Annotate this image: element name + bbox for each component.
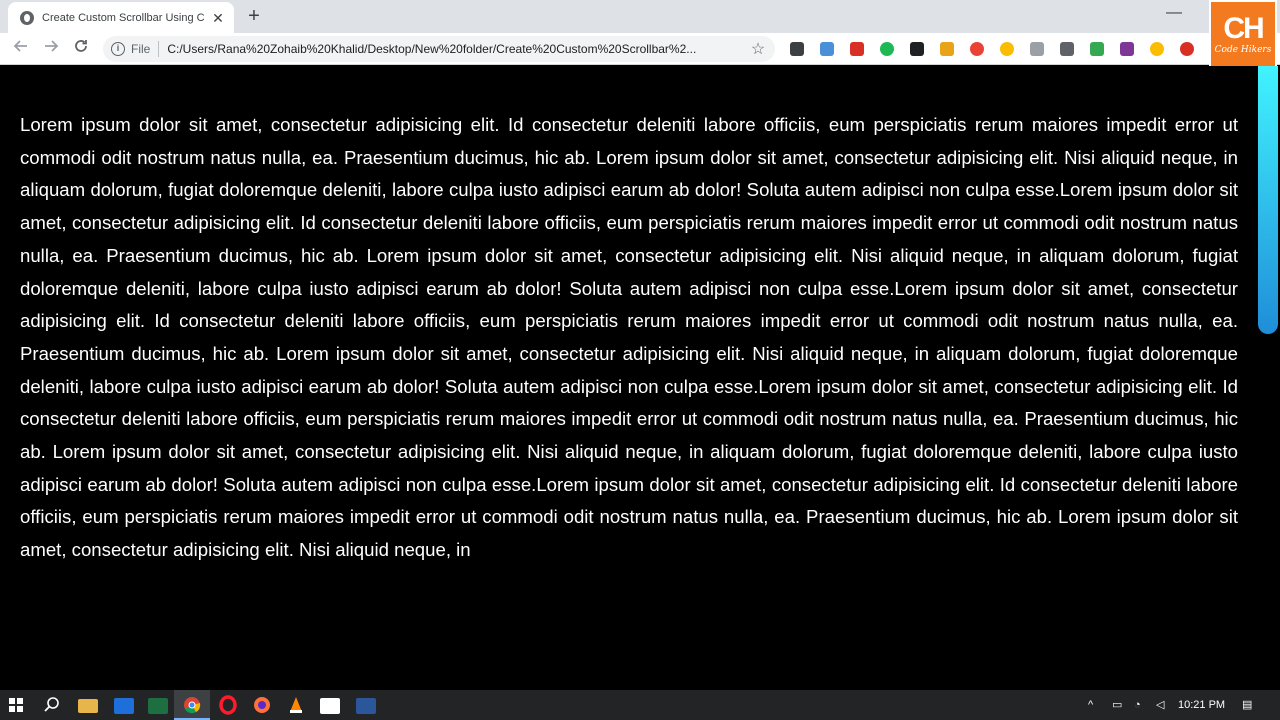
scrollbar-thumb[interactable] — [1258, 66, 1278, 334]
page-viewport: Lorem ipsum dolor sit amet, consectetur … — [0, 66, 1256, 690]
close-tab-icon[interactable]: ✕ — [210, 10, 226, 26]
tray-chevron-icon[interactable]: ^ — [1088, 690, 1093, 720]
logo-subtitle: Code Hikers — [1214, 45, 1272, 55]
channel-logo: CH Code Hikers — [1209, 0, 1277, 68]
logo-mark: CH — [1223, 12, 1264, 45]
app-icon[interactable] — [114, 698, 134, 714]
reload-icon — [75, 40, 87, 52]
extension-icon[interactable] — [970, 42, 984, 56]
new-tab-button[interactable]: + — [244, 6, 264, 26]
excel-icon[interactable] — [148, 698, 168, 714]
extension-icon[interactable] — [1030, 42, 1044, 56]
info-icon[interactable]: i — [111, 42, 125, 56]
firefox-icon[interactable] — [252, 695, 272, 715]
wifi-icon[interactable]: ◔ — [1134, 690, 1141, 720]
extension-icon[interactable] — [1090, 42, 1104, 56]
file-scheme-label: File — [131, 42, 151, 56]
extension-icon[interactable] — [790, 42, 804, 56]
chrome-icon[interactable] — [182, 695, 202, 715]
extension-icon[interactable] — [1150, 42, 1164, 56]
url-text[interactable]: C:/Users/Rana%20Zohaib%20Khalid/Desktop/… — [167, 42, 747, 56]
back-button[interactable] — [10, 38, 32, 60]
tab-title: Create Custom Scrollbar Using C — [42, 11, 205, 24]
extension-icon[interactable] — [940, 42, 954, 56]
extension-iq-icon[interactable] — [820, 42, 834, 56]
address-bar[interactable]: i File C:/Users/Rana%20Zohaib%20Khalid/D… — [103, 36, 775, 62]
globe-icon — [20, 10, 34, 25]
extension-icon[interactable] — [880, 42, 894, 56]
bookmark-star-icon[interactable]: ☆ — [747, 39, 769, 59]
back-arrow-icon — [13, 40, 27, 52]
windows-taskbar: ^ ▭ ◔ ◁ 10:21 PM ▤ — [0, 690, 1280, 720]
extension-icon[interactable] — [1060, 42, 1074, 56]
omnibox-divider — [158, 41, 160, 57]
forward-button[interactable] — [40, 38, 62, 60]
extension-icon[interactable] — [910, 42, 924, 56]
notifications-icon[interactable]: ▤ — [1242, 690, 1252, 720]
extension-icon[interactable] — [1180, 42, 1194, 56]
word-icon[interactable] — [356, 698, 376, 714]
browser-tab[interactable]: Create Custom Scrollbar Using C ✕ — [8, 2, 234, 33]
vlc-icon[interactable] — [286, 695, 306, 715]
windows-start-icon[interactable] — [9, 698, 23, 712]
search-icon[interactable] — [42, 695, 62, 715]
app-icon[interactable] — [320, 698, 340, 714]
tab-strip: Create Custom Scrollbar Using C ✕ + — — [0, 0, 1280, 33]
volume-icon[interactable]: ◁ — [1156, 690, 1164, 720]
extension-icon[interactable] — [850, 42, 864, 56]
battery-icon[interactable]: ▭ — [1112, 690, 1126, 720]
minimize-button[interactable]: — — [1164, 4, 1184, 21]
clock[interactable]: 10:21 PM — [1178, 690, 1225, 720]
opera-icon[interactable] — [218, 695, 238, 715]
lorem-paragraph: Lorem ipsum dolor sit amet, consectetur … — [20, 114, 1238, 561]
file-explorer-icon[interactable] — [78, 699, 98, 713]
extension-icon[interactable] — [1120, 42, 1134, 56]
reload-button[interactable] — [70, 38, 92, 60]
extension-icon[interactable] — [1000, 42, 1014, 56]
forward-arrow-icon — [45, 40, 59, 52]
browser-toolbar: i File C:/Users/Rana%20Zohaib%20Khalid/D… — [0, 33, 1280, 65]
